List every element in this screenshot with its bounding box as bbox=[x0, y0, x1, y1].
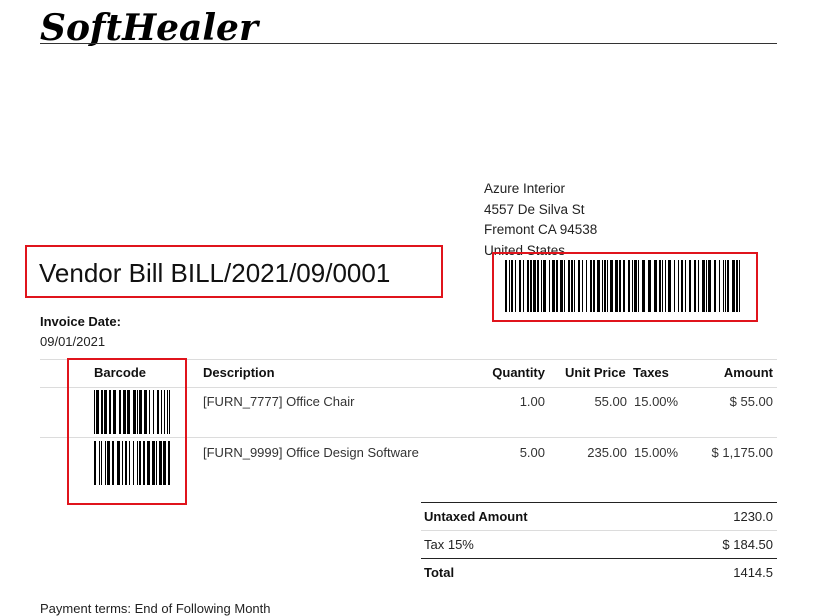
line-quantity: 1.00 bbox=[519, 394, 545, 409]
vendor-name: Azure Interior bbox=[484, 181, 566, 196]
annotation-box-title bbox=[25, 245, 443, 298]
line-quantity: 5.00 bbox=[519, 445, 545, 460]
tax-value: $ 184.50 bbox=[722, 537, 773, 552]
line-description: [FURN_7777] Office Chair bbox=[203, 394, 355, 409]
line-amount: $ 55.00 bbox=[729, 394, 773, 409]
line-taxes: 15.00% bbox=[634, 394, 679, 409]
total-value: 1414.5 bbox=[733, 565, 773, 580]
payment-terms: Payment terms: End of Following Month bbox=[40, 601, 271, 616]
tax-label: Tax 15% bbox=[424, 537, 474, 552]
total-row-border bbox=[421, 558, 777, 559]
column-header-quantity: Quantity bbox=[492, 365, 545, 380]
line-unit-price: 55.00 bbox=[594, 394, 627, 409]
column-header-amount: Amount bbox=[723, 365, 773, 380]
line-taxes: 15.00% bbox=[634, 445, 679, 460]
vendor-address: Azure Interior 4557 De Silva St Fremont … bbox=[484, 179, 597, 261]
line-description: [FURN_9999] Office Design Software bbox=[203, 445, 419, 460]
column-header-description: Description bbox=[203, 365, 275, 380]
header-divider bbox=[40, 43, 777, 44]
untaxed-amount-value: 1230.0 bbox=[733, 509, 773, 524]
total-label: Total bbox=[424, 565, 455, 580]
vendor-street: 4557 De Silva St bbox=[484, 201, 585, 217]
annotation-box-document-barcode bbox=[492, 252, 758, 322]
invoice-date-value: 09/01/2021 bbox=[40, 334, 106, 349]
line-amount: $ 1,175.00 bbox=[711, 445, 773, 460]
column-header-unit-price: Unit Price bbox=[565, 365, 626, 380]
line-unit-price: 235.00 bbox=[587, 445, 627, 460]
invoice-date-label: Invoice Date: bbox=[40, 314, 121, 329]
softhealer-logo: SoftHealer bbox=[40, 7, 261, 46]
vendor-city: Fremont CA 94538 bbox=[484, 222, 598, 237]
svg-text:SoftHealer: SoftHealer bbox=[40, 7, 261, 46]
totals-top-border bbox=[421, 502, 777, 503]
annotation-box-barcode-column bbox=[67, 358, 187, 505]
totals-row-border bbox=[421, 530, 777, 531]
column-header-taxes: Taxes bbox=[633, 365, 669, 380]
untaxed-amount-label: Untaxed Amount bbox=[424, 509, 528, 524]
